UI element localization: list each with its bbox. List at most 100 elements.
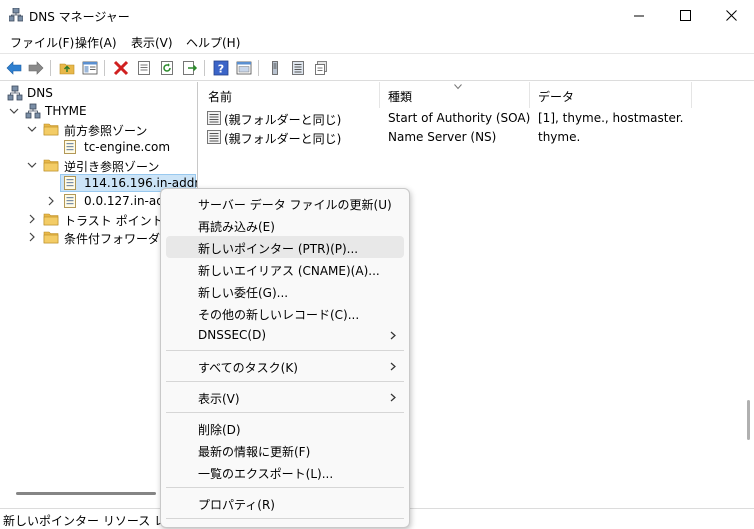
column-header-data[interactable]: データ: [530, 82, 692, 108]
menu-item-label: 表示(V): [198, 392, 240, 406]
refresh-icon: [161, 61, 173, 75]
minimize-icon: [633, 15, 644, 17]
tree-node-reverse-zones[interactable]: 逆引き参照ゾーン: [0, 156, 197, 174]
show-hide-tree-icon: [82, 61, 98, 75]
copy-button[interactable]: [311, 58, 331, 78]
refresh-button[interactable]: [157, 58, 177, 78]
menu-item-label: DNSSEC(D): [198, 328, 267, 342]
chevron-right-icon[interactable]: [46, 196, 56, 206]
menu-item-view[interactable]: 表示(V): [166, 386, 404, 408]
close-icon: [725, 10, 737, 21]
menu-item-label: その他の新しいレコード(C)...: [198, 308, 360, 322]
context-menu: サーバー データ ファイルの更新(U) 再読み込み(E) 新しいポインター (P…: [160, 188, 410, 528]
menu-bar: ファイル(F) 操作(A) 表示(V) ヘルプ(H): [0, 31, 754, 53]
cell-type: Name Server (NS): [388, 130, 497, 144]
export-list-icon: [183, 61, 198, 75]
menu-item-label: 新しいエイリアス (CNAME)(A)...: [198, 264, 380, 278]
back-arrow-icon: [6, 61, 22, 75]
menu-item-properties[interactable]: プロパティ(R): [166, 492, 404, 514]
list-view-button[interactable]: [288, 58, 308, 78]
copy-icon: [315, 61, 327, 75]
menu-item-other-new-records[interactable]: その他の新しいレコード(C)...: [166, 302, 404, 324]
console-button[interactable]: [234, 58, 254, 78]
menu-item-reload[interactable]: 再読み込み(E): [166, 214, 404, 236]
tree-node-dns[interactable]: DNS: [0, 84, 197, 102]
tree-node-tc-engine[interactable]: tc-engine.com: [0, 138, 197, 156]
dns-icon: [7, 85, 23, 101]
up-folder-icon: [59, 63, 75, 75]
zone-file-icon: [64, 176, 76, 190]
menu-item-delete[interactable]: 削除(D): [166, 417, 404, 439]
svg-text:?: ?: [218, 63, 224, 76]
chevron-down-icon[interactable]: [27, 124, 37, 134]
forward-button[interactable]: [26, 58, 46, 78]
window-title: DNS マネージャー: [29, 10, 130, 24]
tree-label: THYME: [45, 104, 87, 118]
properties-button[interactable]: [134, 58, 154, 78]
title-bar: DNS マネージャー: [0, 0, 754, 31]
maximize-button[interactable]: [662, 0, 708, 31]
menu-file[interactable]: ファイル(F): [10, 34, 74, 51]
list-vertical-scrollbar[interactable]: [747, 400, 750, 440]
minimize-button[interactable]: [616, 0, 662, 31]
server-button[interactable]: [265, 58, 285, 78]
menu-item-new-alias[interactable]: 新しいエイリアス (CNAME)(A)...: [166, 258, 404, 280]
toolbar-separator: [258, 60, 259, 76]
menu-item-export-list[interactable]: 一覧のエクスポート(L)...: [166, 461, 404, 483]
menu-item-new-delegation[interactable]: 新しい委任(G)...: [166, 280, 404, 302]
column-header-label: 種類: [388, 90, 413, 104]
menu-item-label: プロパティ(R): [198, 498, 275, 512]
folder-icon: [43, 123, 59, 136]
tree-node-forward-zones[interactable]: 前方参照ゾーン: [0, 120, 197, 138]
menu-item-update-server-data-file[interactable]: サーバー データ ファイルの更新(U): [166, 192, 404, 214]
chevron-down-icon[interactable]: [9, 106, 19, 116]
properties-icon: [138, 61, 150, 75]
cell-data: thyme.: [538, 130, 581, 144]
table-row[interactable]: (親フォルダーと同じ) Name Server (NS) thyme.: [200, 128, 754, 147]
cell-name: (親フォルダーと同じ): [224, 113, 342, 127]
tree-node-thyme[interactable]: THYME: [0, 102, 197, 120]
close-button[interactable]: [708, 0, 754, 31]
chevron-right-icon[interactable]: [27, 214, 37, 224]
back-button[interactable]: [4, 58, 24, 78]
help-icon: ?: [213, 60, 229, 76]
tree-label: 前方参照ゾーン: [64, 124, 148, 138]
show-hide-tree-button[interactable]: [80, 58, 100, 78]
chevron-down-icon[interactable]: [27, 160, 37, 170]
list-icon: [292, 61, 304, 75]
cell-type: Start of Authority (SOA): [388, 111, 531, 125]
delete-icon: [113, 60, 129, 76]
menu-action[interactable]: 操作(A): [75, 34, 117, 51]
record-icon: [207, 130, 221, 144]
menu-item-refresh[interactable]: 最新の情報に更新(F): [166, 439, 404, 461]
menu-separator: [166, 518, 404, 519]
menu-item-label: 再読み込み(E): [198, 220, 275, 234]
column-header-name[interactable]: 名前: [200, 82, 380, 108]
folder-icon: [43, 159, 59, 172]
menu-item-dnssec[interactable]: DNSSEC(D): [166, 324, 404, 346]
tree-label: トラスト ポイント: [64, 214, 164, 228]
menu-view[interactable]: 表示(V): [131, 34, 173, 51]
maximize-icon: [679, 10, 691, 21]
menu-item-new-pointer[interactable]: 新しいポインター (PTR)(P)...: [166, 236, 404, 258]
console-icon: [236, 61, 252, 75]
zone-file-icon: [64, 194, 76, 208]
table-row[interactable]: (親フォルダーと同じ) Start of Authority (SOA) [1]…: [200, 109, 754, 128]
delete-button[interactable]: [111, 58, 131, 78]
menu-item-all-tasks[interactable]: すべてのタスク(K): [166, 355, 404, 377]
tree-horizontal-scrollbar[interactable]: [16, 492, 156, 495]
submenu-arrow-icon: [390, 331, 396, 340]
help-button[interactable]: ?: [211, 58, 231, 78]
submenu-arrow-icon: [390, 362, 396, 371]
folder-icon: [43, 213, 59, 226]
zone-file-icon: [64, 140, 76, 154]
export-list-button[interactable]: [180, 58, 200, 78]
menu-item-label: 新しい委任(G)...: [198, 286, 289, 300]
column-header-label: 名前: [208, 90, 233, 104]
tree-label: 逆引き参照ゾーン: [64, 160, 160, 174]
up-one-level-button[interactable]: [57, 58, 77, 78]
chevron-right-icon[interactable]: [27, 232, 37, 242]
menu-help[interactable]: ヘルプ(H): [186, 34, 240, 51]
forward-arrow-icon: [28, 61, 44, 75]
menu-item-label: 最新の情報に更新(F): [198, 445, 311, 459]
